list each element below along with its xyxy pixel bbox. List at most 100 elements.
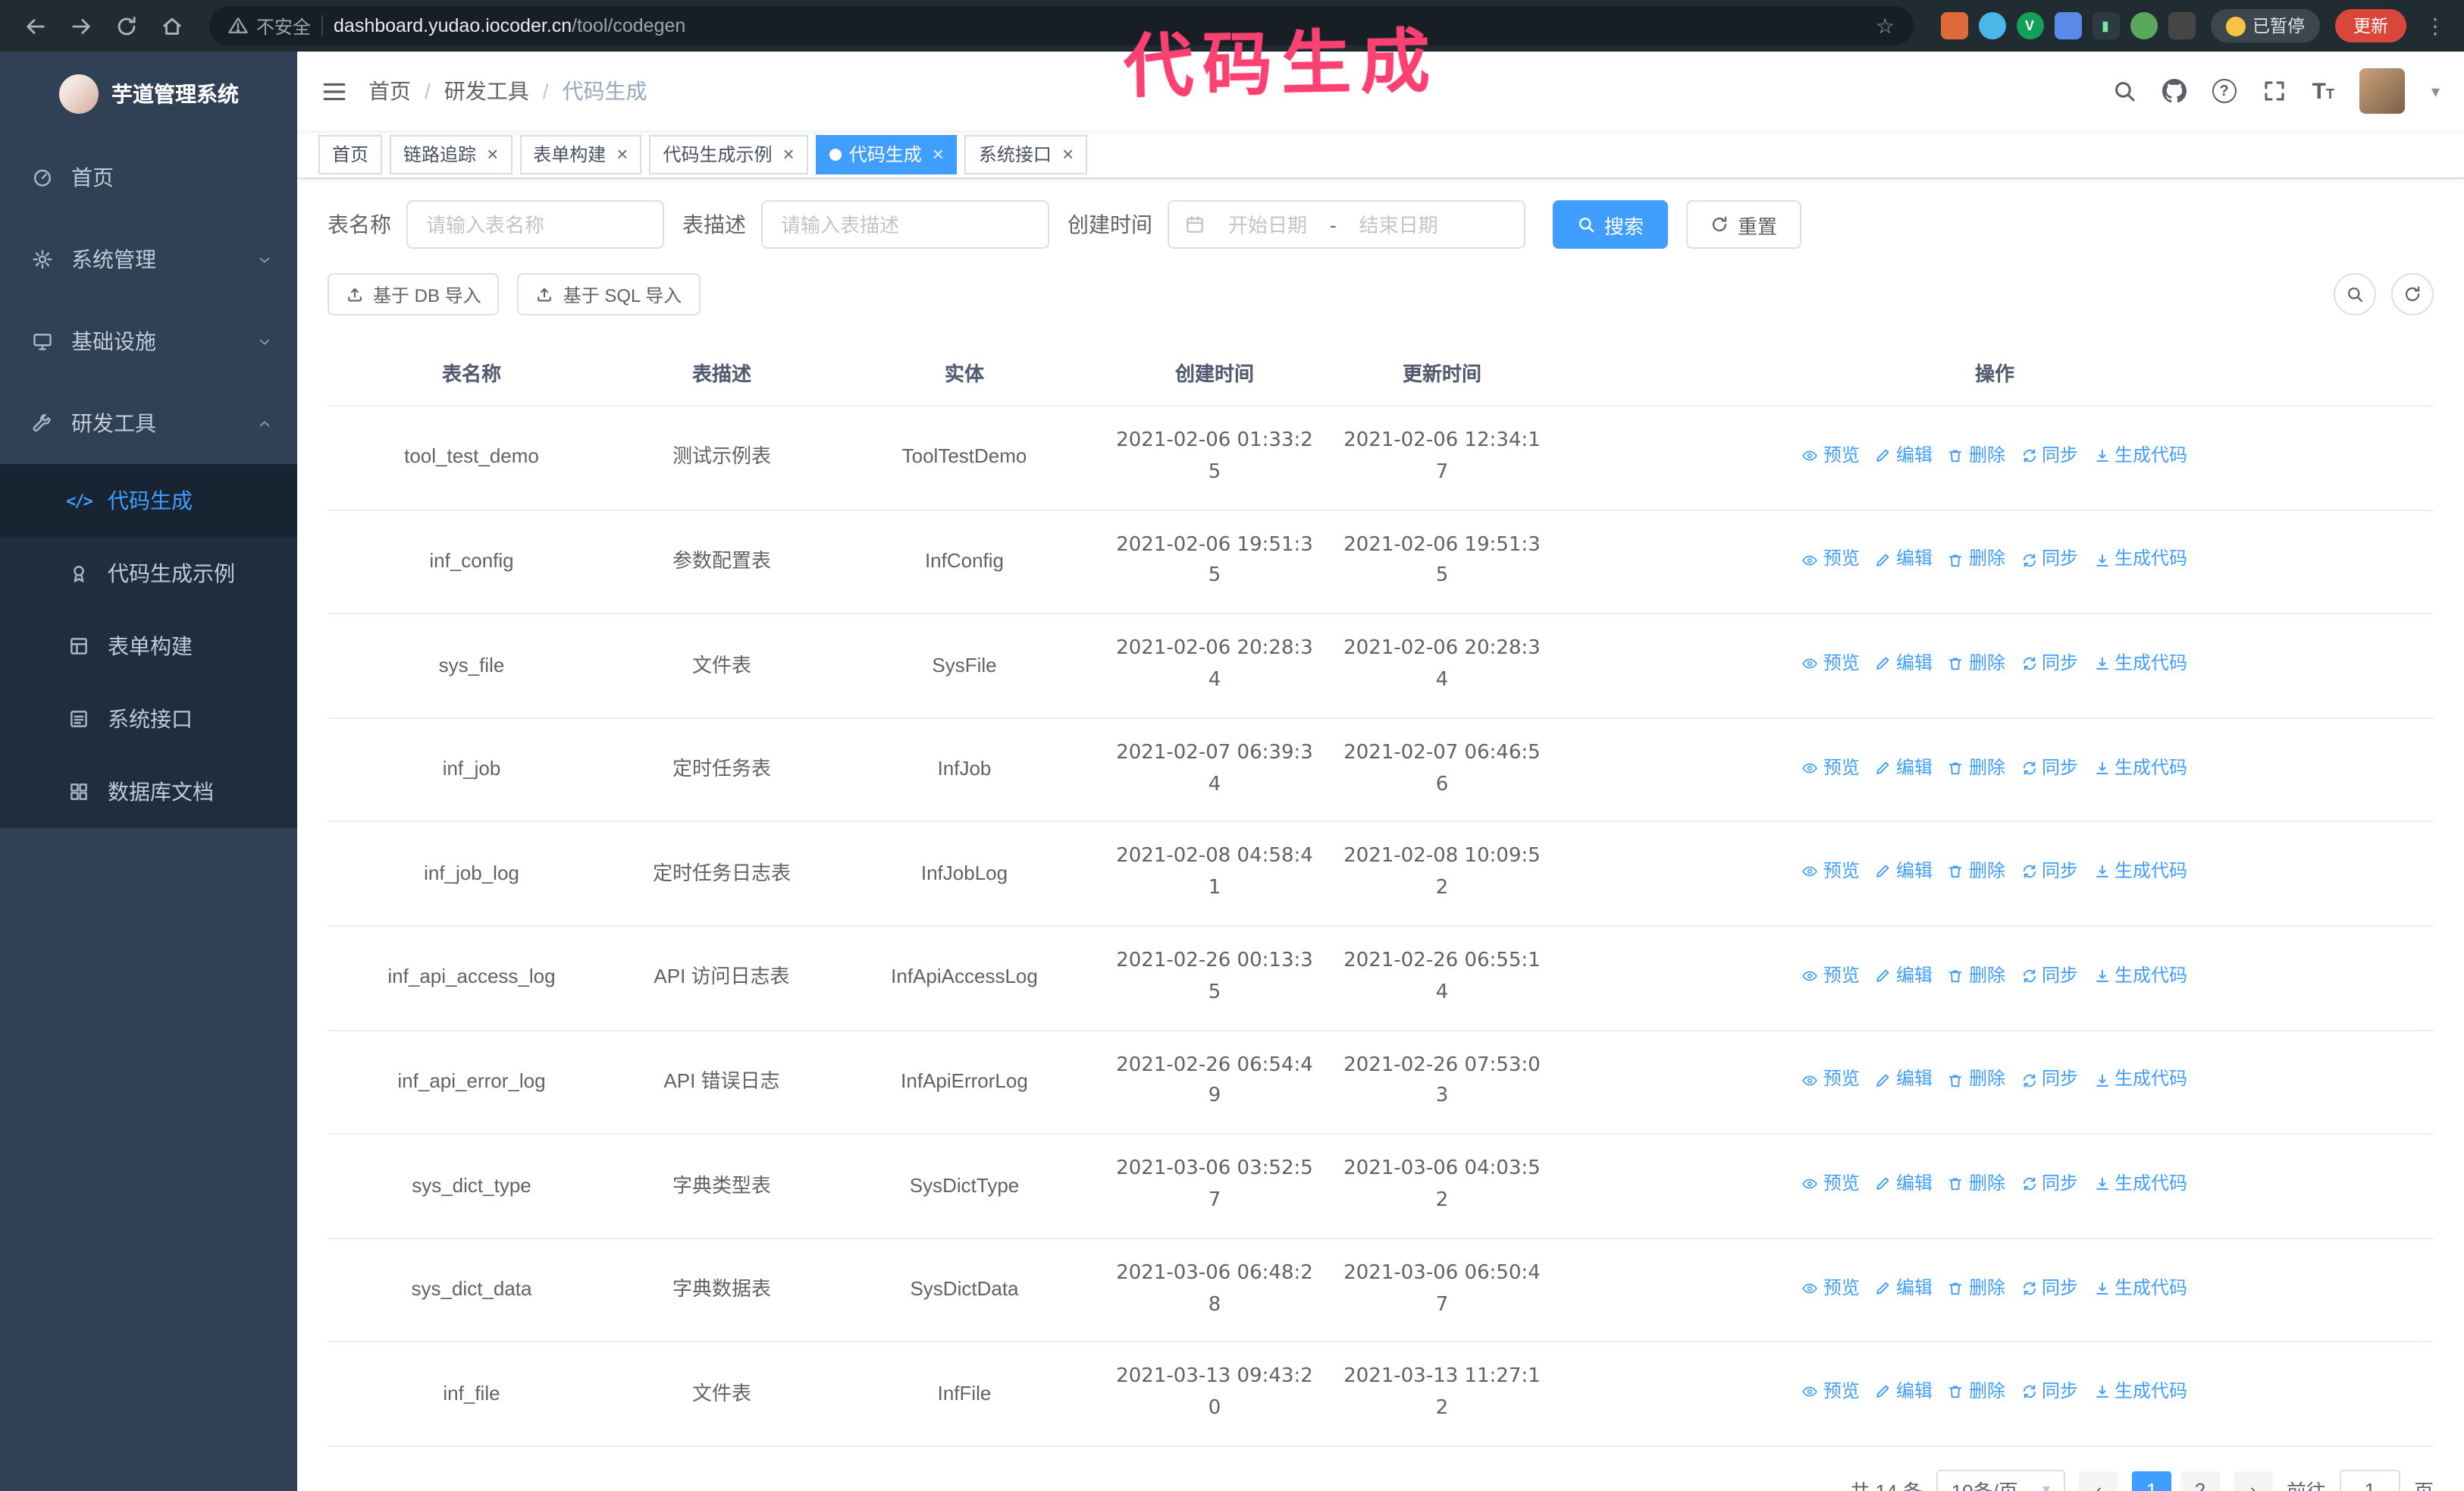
action-sync[interactable]: 同步 <box>2020 753 2078 782</box>
action-delete[interactable]: 删除 <box>1948 1273 2005 1302</box>
search-icon[interactable] <box>2112 79 2136 103</box>
action-generate[interactable]: 生成代码 <box>2093 1066 2187 1094</box>
breadcrumb-item[interactable]: 代码生成 <box>563 76 647 106</box>
action-generate[interactable]: 生成代码 <box>2093 962 2187 990</box>
home-icon[interactable] <box>152 6 191 46</box>
close-icon[interactable]: × <box>933 144 944 164</box>
bookmark-star-icon[interactable]: ☆ <box>1876 13 1895 39</box>
extension-icon-2[interactable] <box>1978 12 2005 39</box>
tab-home[interactable]: 首页 <box>318 134 383 174</box>
action-preview[interactable]: 预览 <box>1802 441 1860 470</box>
close-icon[interactable]: × <box>1062 144 1074 164</box>
tab-codegen-example[interactable]: 代码生成示例 × <box>649 134 808 174</box>
page-button-2[interactable]: 2 <box>2180 1471 2220 1491</box>
page-button-1[interactable]: 1 <box>2131 1471 2171 1491</box>
tab-tracer[interactable]: 链路追踪 × <box>390 134 513 174</box>
tab-system-api[interactable]: 系统接口 × <box>964 134 1088 174</box>
help-icon[interactable]: ? <box>2212 79 2237 103</box>
breadcrumb-item[interactable]: 首页 <box>368 76 411 106</box>
toggle-search-button[interactable] <box>2334 273 2376 315</box>
action-generate[interactable]: 生成代码 <box>2093 545 2187 574</box>
action-preview[interactable]: 预览 <box>1802 649 1860 678</box>
action-edit[interactable]: 编辑 <box>1875 649 1933 678</box>
action-edit[interactable]: 编辑 <box>1875 545 1933 574</box>
action-edit[interactable]: 编辑 <box>1875 857 1933 886</box>
back-icon[interactable] <box>15 6 55 46</box>
sidebar-item-devtools[interactable]: 研发工具 <box>0 382 297 464</box>
next-page-button[interactable]: › <box>2233 1471 2273 1491</box>
reset-button[interactable]: 重置 <box>1686 200 1802 249</box>
paused-badge[interactable]: 已暂停 <box>2210 9 2320 42</box>
action-edit[interactable]: 编辑 <box>1875 962 1933 990</box>
action-generate[interactable]: 生成代码 <box>2093 441 2187 470</box>
fontsize-icon[interactable]: TT <box>2312 80 2334 102</box>
github-icon[interactable] <box>2161 79 2187 103</box>
caret-down-icon[interactable]: ▾ <box>2431 81 2440 101</box>
action-preview[interactable]: 预览 <box>1802 1377 1860 1406</box>
action-delete[interactable]: 删除 <box>1948 545 2005 574</box>
extension-icon-4[interactable] <box>2054 12 2081 39</box>
breadcrumb-item[interactable]: 研发工具 <box>444 76 529 106</box>
url-text[interactable]: dashboard.yudao.iocoder.cn/tool/codegen <box>334 15 1865 36</box>
reload-icon[interactable] <box>106 6 146 46</box>
action-edit[interactable]: 编辑 <box>1875 1377 1933 1406</box>
sidebar-item-codegen-example[interactable]: 代码生成示例 <box>0 537 297 610</box>
date-end-input[interactable] <box>1342 213 1455 236</box>
action-preview[interactable]: 预览 <box>1802 962 1860 990</box>
action-generate[interactable]: 生成代码 <box>2093 1169 2187 1198</box>
goto-page-input[interactable] <box>2339 1469 2400 1491</box>
kebab-menu-icon[interactable]: ⋮ <box>2422 13 2449 39</box>
sidebar-item-system-api[interactable]: 系统接口 <box>0 683 297 755</box>
action-edit[interactable]: 编辑 <box>1875 441 1933 470</box>
action-delete[interactable]: 删除 <box>1948 1377 2005 1406</box>
action-sync[interactable]: 同步 <box>2020 441 2078 470</box>
menu-fold-icon[interactable] <box>321 78 347 104</box>
import-db-button[interactable]: 基于 DB 导入 <box>328 273 500 315</box>
extension-icon-1[interactable] <box>1940 12 1967 39</box>
action-edit[interactable]: 编辑 <box>1875 1066 1933 1094</box>
search-button[interactable]: 搜索 <box>1553 200 1669 249</box>
close-icon[interactable]: × <box>616 144 628 164</box>
date-start-input[interactable] <box>1212 213 1324 236</box>
action-edit[interactable]: 编辑 <box>1875 1273 1933 1302</box>
action-preview[interactable]: 预览 <box>1802 1169 1860 1198</box>
action-preview[interactable]: 预览 <box>1802 857 1860 886</box>
action-sync[interactable]: 同步 <box>2020 1066 2078 1094</box>
action-sync[interactable]: 同步 <box>2020 649 2078 678</box>
table-name-input[interactable] <box>406 200 664 249</box>
action-delete[interactable]: 删除 <box>1948 857 2005 886</box>
table-desc-input[interactable] <box>761 200 1049 249</box>
tab-codegen[interactable]: 代码生成 × <box>815 134 958 174</box>
action-generate[interactable]: 生成代码 <box>2093 649 2187 678</box>
action-generate[interactable]: 生成代码 <box>2093 1377 2187 1406</box>
tab-form-builder[interactable]: 表单构建 × <box>519 134 642 174</box>
action-preview[interactable]: 预览 <box>1802 1273 1860 1302</box>
action-edit[interactable]: 编辑 <box>1875 753 1933 782</box>
import-sql-button[interactable]: 基于 SQL 导入 <box>517 273 701 315</box>
security-label[interactable]: 不安全 <box>256 13 311 39</box>
action-generate[interactable]: 生成代码 <box>2093 857 2187 886</box>
extension-icon-3[interactable]: V <box>2016 12 2043 39</box>
close-icon[interactable]: × <box>783 144 795 164</box>
action-sync[interactable]: 同步 <box>2020 1273 2078 1302</box>
prev-page-button[interactable]: ‹ <box>2078 1471 2118 1491</box>
sidebar-item-codegen[interactable]: </> 代码生成 <box>0 464 297 537</box>
action-delete[interactable]: 删除 <box>1948 649 2005 678</box>
action-delete[interactable]: 删除 <box>1948 1169 2005 1198</box>
action-preview[interactable]: 预览 <box>1802 1066 1860 1094</box>
sidebar-item-home[interactable]: 首页 <box>0 137 297 218</box>
action-sync[interactable]: 同步 <box>2020 1169 2078 1198</box>
fullscreen-icon[interactable] <box>2262 79 2287 103</box>
extension-icon-7[interactable] <box>2168 12 2195 39</box>
action-sync[interactable]: 同步 <box>2020 1377 2078 1406</box>
date-range-picker[interactable]: - <box>1168 200 1525 249</box>
sidebar-item-infra[interactable]: 基础设施 <box>0 300 297 382</box>
action-generate[interactable]: 生成代码 <box>2093 753 2187 782</box>
refresh-table-button[interactable] <box>2391 273 2434 315</box>
action-edit[interactable]: 编辑 <box>1875 1169 1933 1198</box>
action-delete[interactable]: 删除 <box>1948 1066 2005 1094</box>
update-button[interactable]: 更新 <box>2335 9 2406 42</box>
action-generate[interactable]: 生成代码 <box>2093 1273 2187 1302</box>
logo[interactable]: 芋道管理系统 <box>0 52 297 137</box>
action-delete[interactable]: 删除 <box>1948 962 2005 990</box>
